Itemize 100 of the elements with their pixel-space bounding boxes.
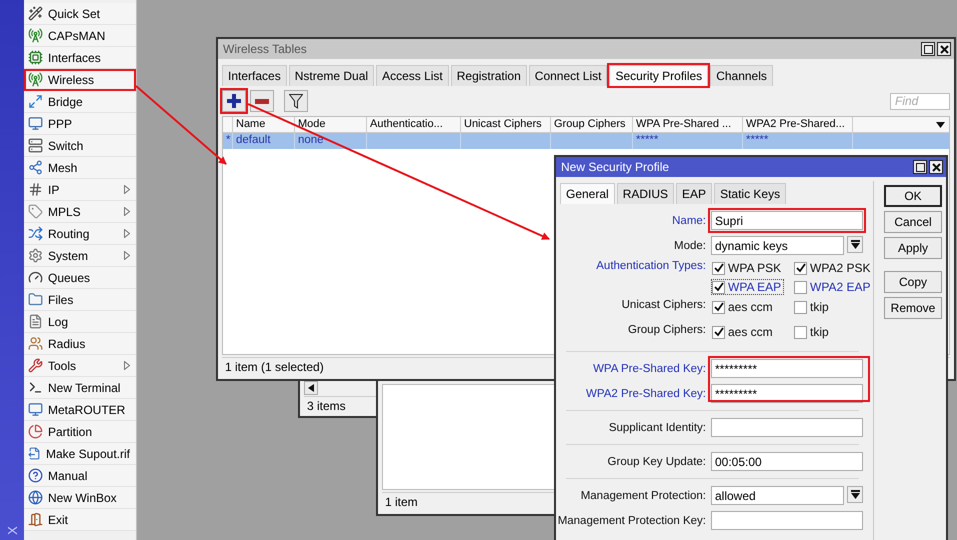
menu-item[interactable]: Log [24, 311, 136, 333]
remove-button[interactable] [250, 90, 274, 112]
field-label: Unicast Ciphers: [620, 299, 706, 311]
menu-item[interactable]: Switch [24, 135, 136, 157]
table-cell: ***** [743, 133, 853, 149]
tag-icon [28, 204, 43, 219]
dialog-button[interactable]: Apply [884, 237, 942, 259]
menu-item[interactable]: Routing [24, 223, 136, 245]
column-header[interactable]: Unicast Ciphers [461, 117, 551, 133]
menu-item[interactable]: Files [24, 289, 136, 311]
menu-item[interactable]: System [24, 245, 136, 267]
menu-item[interactable]: New WinBox [24, 487, 136, 509]
menu-item[interactable]: MPLS [24, 201, 136, 223]
select-field[interactable]: allowed [711, 486, 844, 505]
maximize-button[interactable] [921, 42, 935, 56]
column-header[interactable]: WPA Pre-Shared ... [633, 117, 743, 133]
checkbox[interactable]: aes ccm [711, 299, 776, 315]
tab[interactable]: Channels [710, 65, 773, 86]
folder-icon [28, 292, 43, 307]
tab[interactable]: RADIUS [616, 183, 674, 204]
tab[interactable]: Connect List [528, 65, 608, 86]
globe-icon [28, 490, 43, 505]
checkbox[interactable]: aes ccm [711, 324, 776, 340]
text-field[interactable] [711, 511, 863, 530]
menu-item[interactable]: Partition [24, 421, 136, 443]
menu-item[interactable]: Interfaces [24, 47, 136, 69]
left-arrow-icon [308, 384, 314, 392]
file-export-icon [28, 446, 41, 461]
checkbox[interactable]: tkip [793, 299, 832, 315]
dialog-button[interactable]: OK [884, 185, 942, 207]
tab[interactable]: Registration [450, 65, 527, 86]
field-label: WPA2 Pre-Shared Key: [585, 388, 706, 400]
column-header[interactable]: Mode [295, 117, 367, 133]
tab[interactable]: Security Profiles [609, 65, 708, 86]
text-field[interactable]: 00:05:00 [711, 452, 863, 471]
filter-button[interactable] [284, 90, 308, 112]
tab[interactable]: Static Keys [714, 183, 786, 204]
menu-item[interactable]: IP [24, 179, 136, 201]
tab[interactable]: Nstreme Dual [288, 65, 374, 86]
field-label: Group Ciphers: [627, 324, 706, 336]
arrows-icon [28, 94, 43, 109]
menu-item[interactable]: Radius [24, 333, 136, 355]
text-field[interactable]: Supri [711, 211, 863, 230]
tab[interactable]: EAP [676, 183, 712, 204]
close-button[interactable] [937, 42, 951, 56]
gear-icon [28, 248, 43, 263]
dialog-button[interactable]: Copy [884, 271, 942, 293]
maximize-button[interactable] [913, 160, 927, 174]
menu-item[interactable]: Tools [24, 355, 136, 377]
menu-item[interactable]: CAPsMAN [24, 25, 136, 47]
table-row[interactable]: * default none ***** ***** [223, 133, 949, 149]
text-field[interactable]: ********* [711, 359, 863, 378]
tab[interactable]: General [560, 183, 615, 204]
people-icon [28, 336, 43, 351]
field-label: Supplicant Identity: [608, 422, 706, 434]
dropdown-button[interactable] [847, 236, 863, 253]
dropdown-button[interactable] [847, 486, 863, 503]
column-header[interactable]: Authenticatio... [367, 117, 461, 133]
column-header[interactable]: Name [233, 117, 295, 133]
row-flag: * [223, 133, 233, 149]
tab[interactable]: Interfaces [222, 65, 287, 86]
menu-item[interactable]: Quick Set [24, 3, 136, 25]
checkbox[interactable]: tkip [793, 324, 832, 340]
checkbox[interactable]: WPA2 PSK [793, 260, 874, 276]
plus-icon [227, 94, 241, 108]
column-header[interactable]: Group Ciphers [551, 117, 633, 133]
text-field[interactable]: ********* [711, 384, 863, 403]
tab[interactable]: Access List [376, 65, 449, 86]
dropdown-icon[interactable] [936, 122, 945, 128]
checkbox[interactable]: WPA PSK [711, 260, 784, 276]
menu-item[interactable]: Queues [24, 267, 136, 289]
menu-item[interactable]: PPP [24, 113, 136, 135]
menu-item[interactable]: Manual [24, 465, 136, 487]
menu-item[interactable]: Make Supout.rif [24, 443, 136, 465]
menu-item[interactable]: Mesh [24, 157, 136, 179]
checkbox[interactable]: WPA EAP [711, 279, 784, 295]
menu-item[interactable]: MetaROUTER [24, 399, 136, 421]
dialog-button[interactable]: Cancel [884, 211, 942, 233]
antenna-icon [28, 28, 43, 43]
column-header[interactable]: WPA2 Pre-Shared... [743, 117, 853, 133]
menu-item[interactable]: Wireless [24, 69, 136, 91]
add-button[interactable] [222, 90, 246, 112]
text-field[interactable] [711, 418, 863, 437]
checkbox[interactable]: WPA2 EAP [793, 279, 874, 295]
menu-item[interactable]: New Terminal [24, 377, 136, 399]
help-icon [28, 468, 43, 483]
search-field[interactable]: Find [890, 92, 950, 110]
antenna-icon [28, 72, 43, 87]
window-title: Wireless Tables [223, 42, 308, 56]
scroll-left-button[interactable] [304, 381, 318, 395]
menu-item[interactable]: Bridge [24, 91, 136, 113]
window-title: New Security Profile [561, 160, 670, 174]
menu-item[interactable]: Exit [24, 509, 136, 531]
close-button[interactable] [929, 160, 943, 174]
wand-icon [28, 6, 43, 21]
select-field[interactable]: dynamic keys [711, 236, 844, 255]
terminal-icon [28, 380, 43, 395]
field-label: Management Protection: [580, 490, 706, 502]
dialog-button[interactable]: Remove [884, 297, 942, 319]
monitor-icon [28, 402, 43, 417]
